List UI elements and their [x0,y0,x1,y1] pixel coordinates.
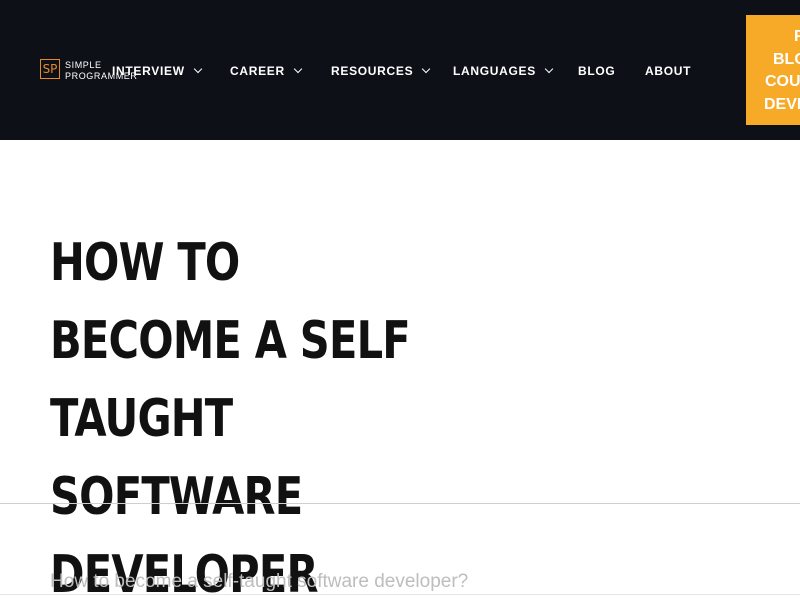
nav-career-label: CAREER [230,64,285,78]
page-title: How to Become a Self Taught Software Dev… [50,233,411,605]
article-subtitle: How to become a self-taught software dev… [50,571,469,592]
nav-languages-label: LANGUAGES [453,64,536,78]
nav-blog-label: BLOG [578,64,616,78]
chevron-down-icon [193,64,203,74]
logo-text-line1: SIMPLE [65,60,102,70]
cta-button[interactable]: F BLO COU DEVE [746,15,800,125]
site-header: SP SIMPLE PROGRAMMER INTERVIEW CAREER RE… [0,0,800,140]
section-divider [0,503,800,504]
cta-line-4: DEVE [764,96,800,113]
nav-languages[interactable]: LANGUAGES [453,63,554,79]
cta-line-1: F [794,28,800,45]
cta-line-3: COU [765,73,800,90]
cta-line-2: BLO [773,51,800,68]
nav-interview-label: INTERVIEW [112,64,185,78]
logo-mark: SP [40,59,60,79]
nav-about-label: ABOUT [645,64,692,78]
nav-blog[interactable]: BLOG [578,63,615,79]
chevron-down-icon [293,64,303,74]
nav-about[interactable]: ABOUT [645,63,691,79]
nav-resources[interactable]: RESOURCES [331,63,431,79]
nav-interview[interactable]: INTERVIEW [112,63,203,79]
nav-career[interactable]: CAREER [230,63,303,79]
chevron-down-icon [422,64,431,74]
content-divider [0,594,800,595]
nav-resources-label: RESOURCES [331,64,414,78]
chevron-down-icon [544,64,554,74]
